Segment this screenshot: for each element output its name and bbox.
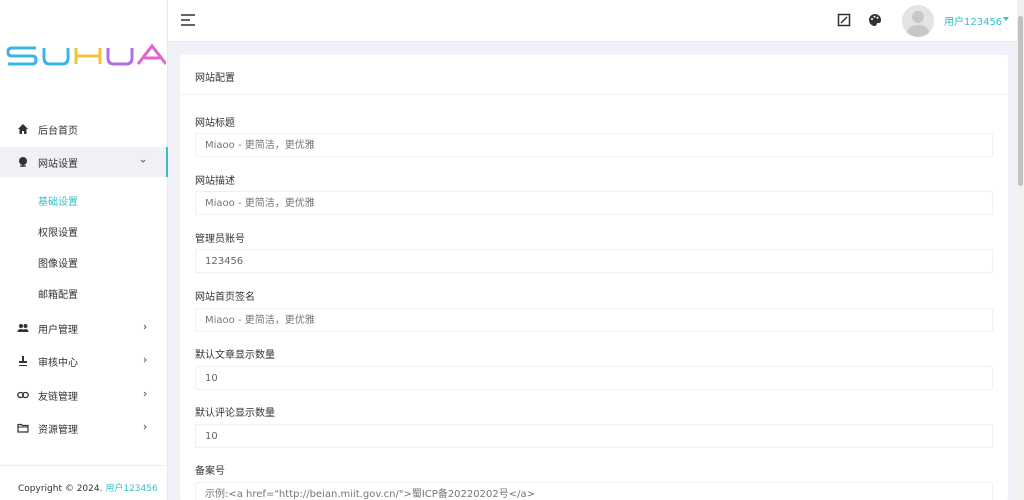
nav-item-link-management[interactable]: 友链管理 (0, 380, 168, 410)
homepage-signature-label: 网站首页签名 (195, 292, 255, 303)
menu-toggle-icon[interactable] (180, 13, 196, 27)
card-title: 网站配置 (195, 73, 235, 84)
globe-icon (16, 155, 30, 169)
nav-item-review-center[interactable]: 审核中心 (0, 346, 168, 376)
sidebar: 后台首页 网站设置 基础设置 权限设置 图像设置 邮箱配置 用户管理 审核中心 … (0, 0, 168, 500)
sidebar-divider (0, 465, 168, 466)
card-divider (180, 94, 1008, 95)
chevron-right-icon (143, 357, 147, 363)
top-header: 用户123456 (168, 0, 1020, 42)
avatar[interactable] (902, 5, 934, 37)
caret-down-icon[interactable] (1003, 17, 1009, 22)
home-icon (16, 122, 30, 136)
admin-account-input[interactable]: 123456 (195, 249, 993, 273)
logo-icon (6, 43, 166, 66)
site-description-input[interactable] (195, 191, 993, 215)
nav-item-label: 网站设置 (38, 158, 78, 170)
nav-item-site-settings[interactable]: 网站设置 (0, 147, 168, 177)
copyright: Copyright © 2024. 用户123456 (18, 481, 158, 494)
default-comment-count-input[interactable]: 10 (195, 424, 993, 448)
user-avatar-icon (902, 5, 934, 37)
chevron-right-icon (143, 391, 147, 397)
site-config-card: 网站配置 网站标题 网站描述 管理员账号 123456 网站首页签名 默认文章显… (180, 55, 1008, 500)
chevron-right-icon (143, 324, 147, 330)
nav-item-label: 用户管理 (38, 324, 78, 336)
scrollbar-thumb[interactable] (1018, 16, 1023, 186)
user-name[interactable]: 用户123456 (944, 13, 1002, 28)
nav-item-label: 资源管理 (38, 424, 78, 436)
homepage-signature-input[interactable] (195, 308, 993, 332)
suhua-logo[interactable] (6, 40, 166, 68)
site-title-input[interactable] (195, 133, 993, 157)
copyright-user-link[interactable]: 用户123456 (105, 484, 157, 494)
icp-record-input[interactable] (195, 482, 993, 500)
chevron-right-icon (143, 424, 147, 430)
sub-nav-email-config[interactable]: 邮箱配置 (38, 286, 78, 301)
site-title-label: 网站标题 (195, 118, 235, 129)
sub-nav-image-settings[interactable]: 图像设置 (38, 255, 78, 270)
users-icon (16, 321, 30, 335)
stamp-icon (16, 354, 30, 368)
folder-icon (16, 421, 30, 435)
link-icon (16, 388, 30, 402)
sub-nav-permission-settings[interactable]: 权限设置 (38, 224, 78, 239)
default-article-count-label: 默认文章显示数量 (195, 350, 275, 361)
copyright-text: Copyright © 2024. (18, 484, 103, 494)
nav-item-user-management[interactable]: 用户管理 (0, 313, 168, 343)
chevron-down-icon (140, 159, 146, 163)
site-description-label: 网站描述 (195, 176, 235, 187)
palette-icon[interactable] (868, 13, 882, 27)
sub-nav-basic-settings[interactable]: 基础设置 (38, 193, 78, 208)
icp-record-label: 备案号 (195, 466, 225, 477)
default-article-count-input[interactable]: 10 (195, 366, 993, 390)
nav-item-resource-management[interactable]: 资源管理 (0, 413, 168, 443)
edit-icon[interactable] (837, 13, 851, 27)
nav-item-label: 审核中心 (38, 357, 78, 369)
admin-account-label: 管理员账号 (195, 234, 245, 245)
default-comment-count-label: 默认评论显示数量 (195, 408, 275, 419)
nav-item-dashboard[interactable]: 后台首页 (0, 114, 168, 144)
nav-item-label: 后台首页 (38, 125, 78, 137)
nav-item-label: 友链管理 (38, 391, 78, 403)
page-scrollbar[interactable] (1017, 0, 1024, 500)
